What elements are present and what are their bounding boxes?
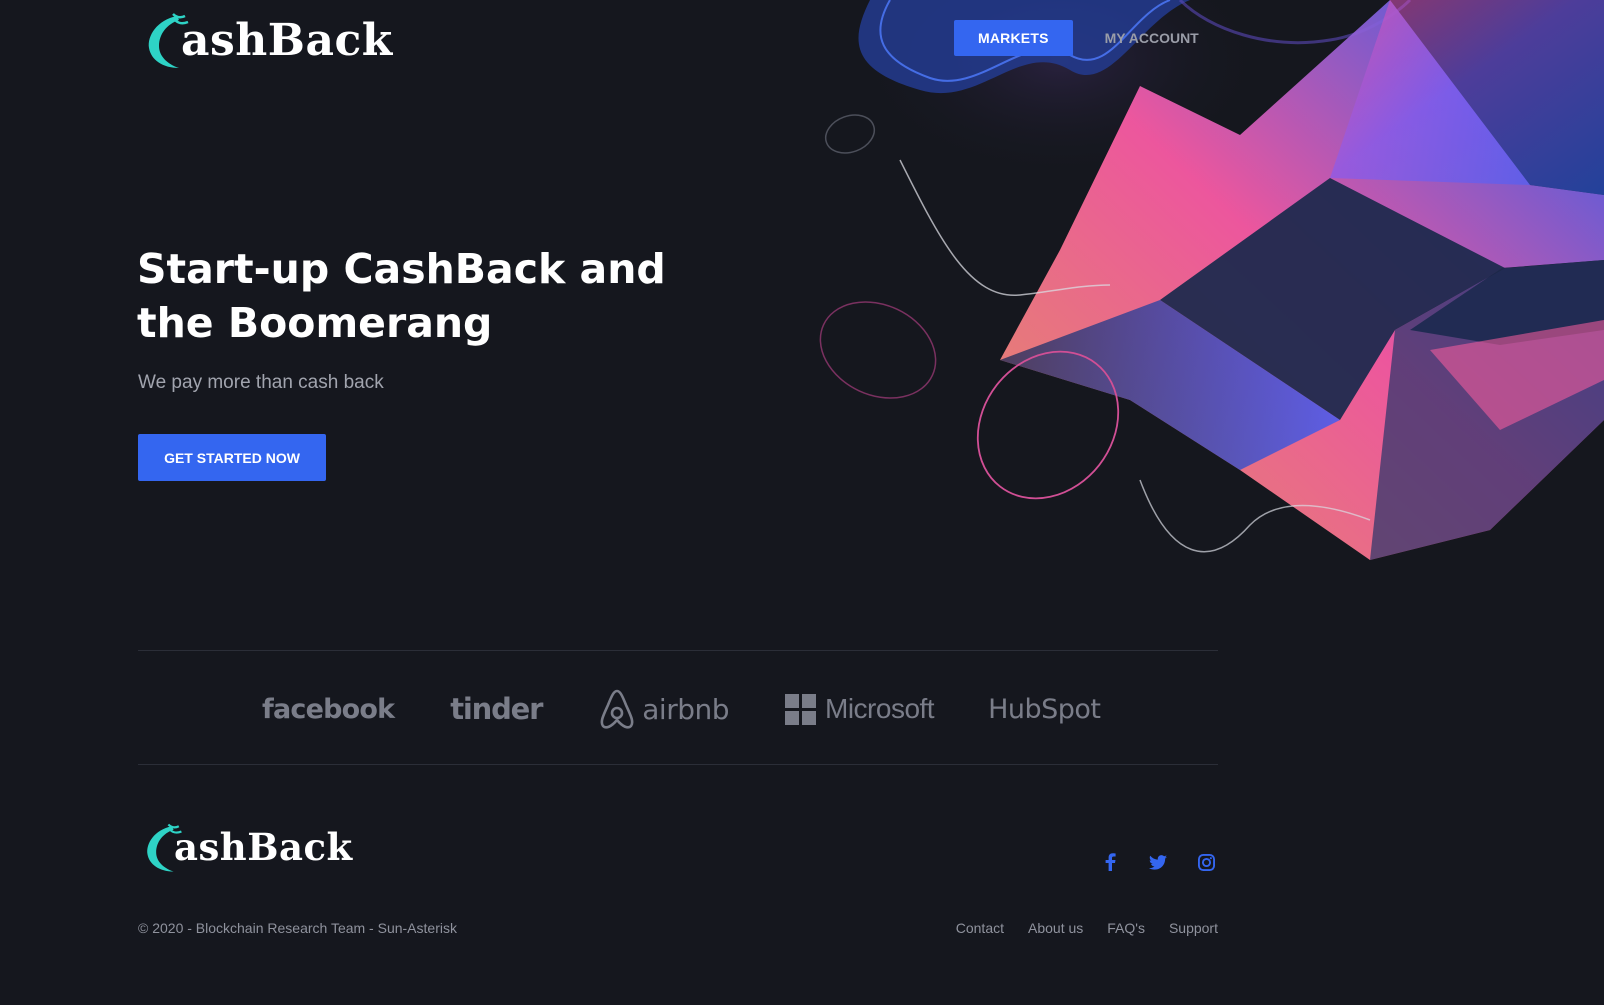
tinder-logo: tinder [450,692,543,726]
social-links [1100,852,1216,872]
contact-link[interactable]: Contact [956,920,1004,936]
top-nav: MARKETS MY ACCOUNT [954,20,1199,56]
hero-title-line2: the Boomerang [137,299,493,347]
airbnb-icon [600,689,634,729]
about-us-link[interactable]: About us [1028,920,1083,936]
hero-title-line1: Start-up CashBack and [137,245,666,293]
facebook-logo: facebook [262,693,395,725]
footer-brand-name: ashBack [174,825,353,869]
hubspot-logo: HubSpot [988,693,1101,725]
partner-logos: facebook tinder airbnb Microsoft HubSpot [262,686,1101,732]
airbnb-logo: airbnb [598,689,729,729]
copyright-text: © 2020 - Blockchain Research Team - Sun-… [138,920,457,936]
hero-title: Start-up CashBack and the Boomerang [137,242,697,350]
landing-page: ashBack MARKETS MY ACCOUNT Start-up Cash… [0,0,1604,1005]
hero-abstract-art [819,0,1604,560]
markets-button[interactable]: MARKETS [954,20,1073,56]
footer-links: Contact About us FAQ's Support [932,920,1218,936]
footer-brand-logo[interactable]: ashBack [142,820,353,876]
get-started-button[interactable]: GET STARTED NOW [138,434,326,481]
brand-logo[interactable]: ashBack [143,8,393,74]
microsoft-icon [785,693,816,725]
instagram-icon[interactable] [1196,852,1216,872]
microsoft-logo: Microsoft [785,693,935,725]
twitter-icon[interactable] [1148,852,1168,872]
partners-divider-top [138,650,1218,651]
brand-name: ashBack [181,14,393,66]
partners-divider-bottom [138,764,1218,765]
hero-subtitle: We pay more than cash back [138,372,384,393]
facebook-icon[interactable] [1100,852,1120,872]
support-link[interactable]: Support [1169,920,1218,936]
microsoft-wordmark: Microsoft [825,693,935,724]
faqs-link[interactable]: FAQ's [1107,920,1145,936]
my-account-link[interactable]: MY ACCOUNT [1105,30,1199,46]
airbnb-wordmark: airbnb [642,692,729,726]
